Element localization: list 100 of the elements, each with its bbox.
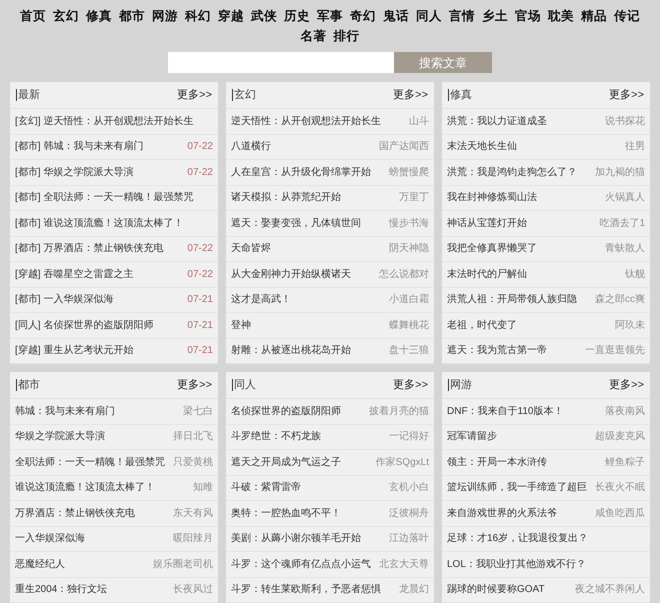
book-title-link[interactable]: [同人] 名侦探世界的盗版阴阳师: [15, 318, 154, 333]
date-text: 07-22: [187, 242, 213, 256]
book-title-link[interactable]: 逆天悟性：从开创观想法开始长生: [231, 114, 381, 129]
book-title-link[interactable]: 遮天之开局成为气运之子: [231, 454, 341, 470]
book-title-link[interactable]: 斗破：紫霄雷帝: [231, 480, 301, 496]
book-title-link[interactable]: 神话从宝莲灯开始: [447, 216, 527, 231]
book-title-link[interactable]: [都市] 万界酒店：禁止钢铁侠充电: [15, 241, 164, 256]
search-field[interactable]: [168, 52, 394, 73]
book-title-link[interactable]: 斗罗绝世：不朽龙族: [231, 429, 321, 444]
nav-link[interactable]: 同人: [416, 6, 442, 26]
book-title-link[interactable]: 天命皆烬: [231, 241, 271, 256]
author-text: 往男: [625, 140, 645, 154]
book-title-link[interactable]: 恶魔经纪人: [15, 556, 65, 572]
more-link[interactable]: 更多>>: [177, 86, 212, 104]
book-title-link[interactable]: 斗罗：转生莱欧斯利，予恶者惩惧: [231, 582, 381, 598]
book-title-link[interactable]: 美剧：从薅小谢尔顿羊毛开始: [231, 531, 361, 546]
more-link[interactable]: 更多>>: [393, 376, 428, 394]
author-text: 火锅真人: [605, 190, 645, 206]
more-link[interactable]: 更多>>: [609, 376, 644, 394]
book-title-link[interactable]: 末法天地长生仙: [447, 139, 517, 154]
book-title-link[interactable]: 领主：开局一本水浒传: [447, 454, 547, 470]
book-title-link[interactable]: [穿越] 吞噬星空之雷霆之主: [15, 266, 134, 282]
book-title-link[interactable]: 洪荒：我是鸿钧走狗怎么了？: [447, 164, 577, 180]
author-text: 超级麦克风: [595, 430, 645, 444]
nav-link[interactable]: 传记: [614, 6, 640, 26]
nav-link[interactable]: 武侠: [251, 6, 277, 26]
nav-link[interactable]: 都市: [119, 6, 145, 26]
nav-link[interactable]: 穿越: [218, 6, 244, 26]
author-text: 一记得好: [389, 430, 429, 444]
book-title-link[interactable]: [都市] 华娱之学院派大导演: [15, 164, 134, 180]
book-title-link[interactable]: 谁说这顶流瘾！这顶流太棒了！: [15, 480, 155, 496]
book-title-link[interactable]: 这才是高武！: [231, 292, 291, 308]
author-text: 钛舰: [625, 268, 645, 282]
book-title-link[interactable]: 奥特：一腔热血鸣不平！: [231, 506, 341, 521]
nav-link[interactable]: 玄幻: [53, 6, 79, 26]
book-title-link[interactable]: [穿越] 重生从艺考状元开始: [15, 343, 134, 358]
nav-link[interactable]: 网游: [152, 6, 178, 26]
book-title-link[interactable]: 踢球的时候要称GOAT: [447, 582, 545, 598]
book-title-link[interactable]: 我把全修真界懒哭了: [447, 241, 537, 256]
more-link[interactable]: 更多>>: [177, 376, 212, 394]
book-title-link[interactable]: 韩城：我与未来有扇门: [15, 404, 115, 419]
nav-link[interactable]: 言情: [449, 6, 475, 26]
book-title-link[interactable]: 从大金刚神力开始纵横诸天: [231, 266, 351, 282]
book-title-link[interactable]: LOL：我职业打其他游戏不行？: [447, 556, 586, 572]
nav-link[interactable]: 乡土: [482, 6, 508, 26]
book-title-link[interactable]: 八道横行: [231, 139, 271, 154]
book-title-link[interactable]: [玄幻] 逆天悟性：从开创观想法开始长生: [15, 114, 194, 129]
author-text: 暖阳辣月: [173, 532, 213, 546]
book-title-link[interactable]: 末法时代的尸解仙: [447, 266, 527, 282]
date-text: 07-22: [187, 268, 213, 282]
nav-link[interactable]: 军事: [317, 6, 343, 26]
more-link[interactable]: 更多>>: [609, 86, 644, 104]
nav-link[interactable]: 科幻: [185, 6, 211, 26]
book-title-link[interactable]: 来自游戏世界的火系法爷: [447, 506, 557, 521]
nav-link[interactable]: 历史: [284, 6, 310, 26]
date-text: 07-21: [187, 344, 213, 358]
author-text: 长夜火不眠: [595, 480, 645, 496]
nav-link[interactable]: 精品: [581, 6, 607, 26]
book-title-link[interactable]: 老祖，时代变了: [447, 318, 517, 333]
book-title-link[interactable]: 遮天：我为荒古第一帝: [447, 343, 547, 358]
nav-link[interactable]: 排行: [334, 26, 360, 46]
book-title-link[interactable]: 登神: [231, 318, 251, 333]
book-title-link[interactable]: [都市] 谁说这顶流瘾！这顶流太棒了！: [15, 216, 184, 231]
author-text: 北玄大天尊: [379, 558, 429, 572]
book-title-link[interactable]: 人在皇宫：从升级化骨绵掌开始: [231, 164, 371, 180]
author-text: 一直逛逛领先: [585, 344, 645, 358]
book-title-link[interactable]: 诸天模拟：从莽荒纪开始: [231, 190, 341, 206]
book-title-link[interactable]: 万界酒店：禁止钢铁侠充电: [15, 506, 135, 521]
book-title-link[interactable]: 名侦探世界的盗版阴阳师: [231, 404, 341, 419]
book-title-link[interactable]: 篮坛训练师，我一手缔造了超巨: [447, 480, 587, 496]
more-link[interactable]: 更多>>: [393, 86, 428, 104]
panel-title: 玄幻: [232, 89, 256, 101]
book-title-link[interactable]: [都市] 全职法师：一天一精魄！最强禁咒: [15, 190, 194, 206]
panel-title: 最新: [16, 89, 40, 101]
book-title-link[interactable]: 射雕：从被逐出桃花岛开始: [231, 343, 351, 358]
book-title-link[interactable]: 华娱之学院派大导演: [15, 429, 105, 444]
author-text: 江边落叶: [389, 532, 429, 546]
author-text: 娱乐圈老司机: [153, 558, 213, 572]
book-title-link[interactable]: [都市] 一入华娱深似海: [15, 292, 114, 308]
author-text: 阴天神隐: [389, 242, 429, 256]
nav-link[interactable]: 鬼话: [383, 6, 409, 26]
book-title-link[interactable]: 遮天：娶妻变强，凡体镇世间: [231, 216, 361, 231]
nav-link[interactable]: 修真: [86, 6, 112, 26]
nav-link[interactable]: 首页: [20, 6, 46, 26]
book-title-link[interactable]: 冠军请留步: [447, 429, 497, 444]
date-text: 07-22: [187, 140, 213, 154]
book-title-link[interactable]: 全职法师：一天一精魄！最强禁咒: [15, 454, 165, 470]
nav-link[interactable]: 奇幻: [350, 6, 376, 26]
nav-link[interactable]: 官场: [515, 6, 541, 26]
book-title-link[interactable]: [都市] 韩城：我与未来有扇门: [15, 139, 144, 154]
nav-link[interactable]: 耽美: [548, 6, 574, 26]
nav-link[interactable]: 名著: [300, 26, 326, 46]
book-title-link[interactable]: 我在封神修炼蜀山法: [447, 190, 537, 206]
book-title-link[interactable]: 洪荒人祖：开局带领人族归隐: [447, 292, 577, 308]
book-title-link[interactable]: 一入华娱深似海: [15, 531, 85, 546]
book-title-link[interactable]: DNF：我来自于110版本！: [447, 404, 564, 419]
book-title-link[interactable]: 足球：才16岁，让我退役复出？: [447, 531, 588, 546]
book-title-link[interactable]: 重生2004：独行文坛: [15, 582, 108, 598]
book-title-link[interactable]: 洪荒：我以力证道成圣: [447, 114, 547, 129]
book-title-link[interactable]: 斗罗：这个魂师有亿点点小运气: [231, 556, 371, 572]
